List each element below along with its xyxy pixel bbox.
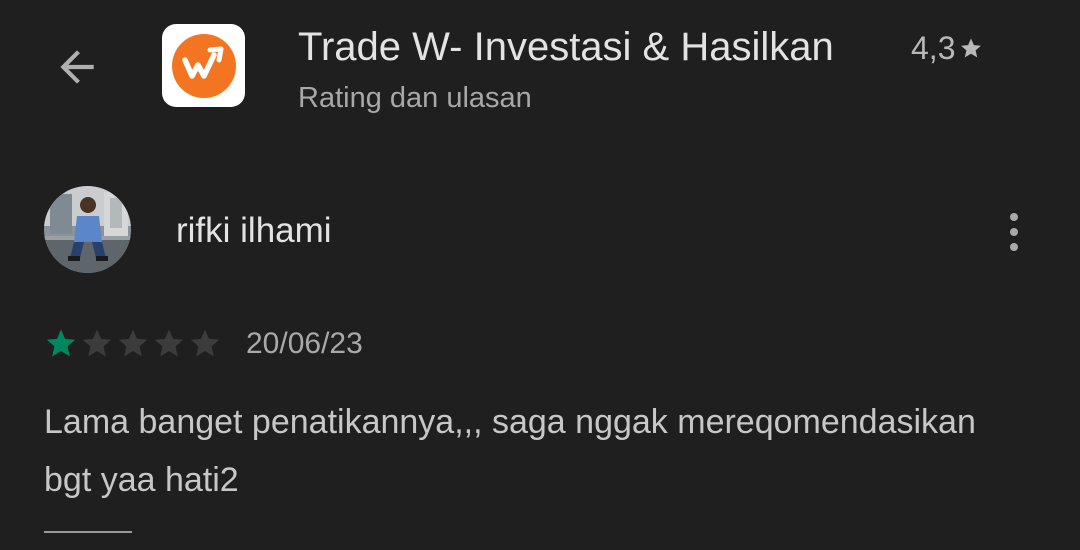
more-vert-icon	[1010, 213, 1018, 221]
page-subtitle: Rating dan ulasan	[298, 82, 532, 114]
star-filled-icon	[46, 329, 76, 357]
more-options-button[interactable]	[994, 204, 1034, 260]
star-empty-icon	[190, 329, 220, 357]
star-empty-icon	[82, 329, 112, 357]
star-empty-icon	[118, 329, 148, 357]
trade-w-logo-icon	[171, 33, 236, 98]
rating-value: 4,3	[911, 30, 956, 66]
review-date: 20/06/23	[246, 327, 363, 360]
arrow-back-icon	[60, 50, 94, 84]
review-text: Lama banget penatikannya,,, saga nggak m…	[44, 403, 976, 499]
back-button[interactable]	[50, 40, 104, 94]
review-author: rifki ilhami	[176, 211, 332, 250]
star-icon	[961, 38, 982, 58]
review-star-rating	[44, 326, 222, 360]
app-rating: 4,3	[911, 28, 983, 68]
user-avatar	[44, 186, 131, 273]
star-empty-icon	[154, 329, 184, 357]
app-title: Trade W- Investasi & Hasilkan	[298, 25, 834, 69]
app-icon	[162, 24, 245, 107]
divider	[44, 531, 132, 533]
